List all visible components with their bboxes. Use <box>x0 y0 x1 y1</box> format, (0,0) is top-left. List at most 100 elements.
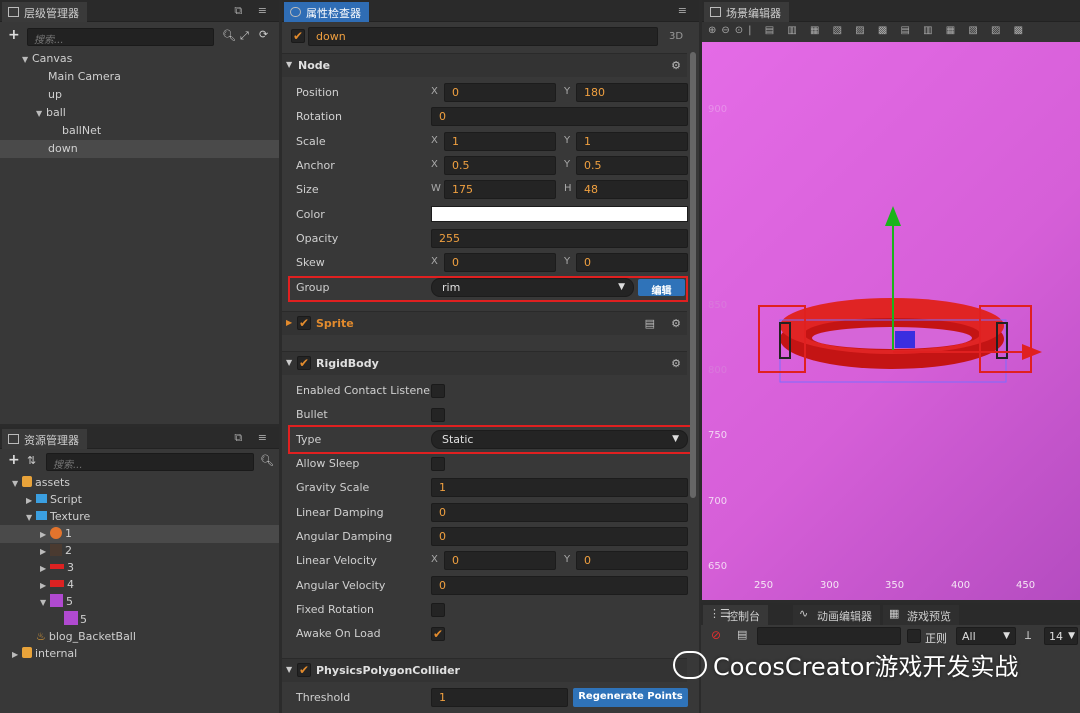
panel-menu-icon[interactable]: ⧉ ≡ <box>234 431 273 445</box>
asset-texture-5[interactable]: ▼ 5 <box>0 593 279 611</box>
awake-on-load-checkbox[interactable]: ✔ <box>431 627 445 641</box>
zoom-out-icon[interactable]: ⊖ <box>721 25 734 36</box>
section-title: Node <box>298 59 331 72</box>
tab-game-preview[interactable]: ▦ 游戏预览 <box>883 605 959 625</box>
rigidbody-enabled-checkbox[interactable]: ✔ <box>297 356 311 370</box>
angular-damping-input[interactable]: 0 <box>431 527 688 546</box>
refresh-icon[interactable]: ⟳ <box>259 28 268 41</box>
bullet-checkbox[interactable] <box>431 408 445 422</box>
anchor-x-input[interactable]: 0.5 <box>444 156 556 175</box>
size-w-input[interactable]: 175 <box>444 180 556 199</box>
add-asset-button[interactable]: + <box>8 452 20 468</box>
position-y-input[interactable]: 180 <box>576 83 688 102</box>
zoom-in-icon[interactable]: ⊕ <box>708 25 721 36</box>
angular-velocity-input[interactable]: 0 <box>431 576 688 595</box>
gear-icon[interactable]: ⚙ <box>671 59 681 72</box>
sort-icon[interactable]: ⇅ <box>27 454 36 467</box>
position-x-input[interactable]: 0 <box>444 83 556 102</box>
sprite-enabled-checkbox[interactable]: ✔ <box>297 316 311 330</box>
font-size-icon: Ʇ <box>1025 629 1032 642</box>
asset-texture-4[interactable]: ▶ 4 <box>0 576 279 594</box>
rotation-input[interactable]: 0 <box>431 107 688 126</box>
document-icon[interactable]: ▤ <box>737 628 747 641</box>
prop-linear-damping: Linear Damping 0 <box>282 501 688 525</box>
rim-sprite[interactable] <box>702 42 1080 600</box>
tab-scene-editor[interactable]: 场景编辑器 <box>704 2 789 22</box>
tab-animation-editor[interactable]: ∿ 动画编辑器 <box>793 605 880 625</box>
tree-node-up[interactable]: up <box>0 86 279 104</box>
node-active-checkbox[interactable]: ✔ <box>291 29 305 43</box>
collider-section-header[interactable]: ▼ ✔ PhysicsPolygonCollider <box>282 658 687 682</box>
expand-arrow-icon[interactable]: ▼ <box>36 105 46 123</box>
tree-node-ball[interactable]: ▼ ball <box>0 104 279 122</box>
fixed-rotation-checkbox[interactable] <box>431 603 445 617</box>
log-level-select[interactable]: All ▼ <box>956 627 1016 645</box>
collapse-arrow-icon[interactable]: ▼ <box>286 60 292 69</box>
sprite-section-header[interactable]: ▶ ✔ Sprite ▤ ⚙ <box>282 311 687 335</box>
clear-icon[interactable]: ⊘ <box>711 628 721 642</box>
collapse-arrow-icon[interactable]: ▼ <box>286 665 292 674</box>
zoom-reset-icon[interactable]: ⊙ <box>735 25 748 36</box>
asset-scene[interactable]: ♨ blog_BacketBall <box>0 628 279 646</box>
prop-label: Color <box>296 208 325 221</box>
collider-enabled-checkbox[interactable]: ✔ <box>297 663 311 677</box>
asset-texture-1[interactable]: ▶ 1 <box>0 525 279 543</box>
asset-texture-2[interactable]: ▶ 2 <box>0 542 279 560</box>
contact-listener-checkbox[interactable] <box>431 384 445 398</box>
skew-y-input[interactable]: 0 <box>576 253 688 272</box>
scene-icon: ♨ <box>36 630 46 643</box>
skew-x-input[interactable]: 0 <box>444 253 556 272</box>
opacity-input[interactable]: 255 <box>431 229 688 248</box>
asset-sprite-5[interactable]: 5 <box>0 611 279 629</box>
asset-internal[interactable]: ▶ internal <box>0 645 279 663</box>
gear-icon[interactable]: ⚙ <box>671 357 681 370</box>
tab-inspector[interactable]: 属性检查器 <box>284 2 369 22</box>
align-toolbar-icons[interactable]: | ▤ ▥ ▦ ▧ ▨ ▩ ▤ ▥ ▦ ▧ ▨ ▩ <box>748 25 1028 36</box>
tree-node-ballnet[interactable]: ballNet <box>0 122 279 140</box>
regex-checkbox[interactable] <box>907 629 921 643</box>
prop-rotation: Rotation 0 <box>282 105 688 129</box>
allow-sleep-checkbox[interactable] <box>431 457 445 471</box>
hierarchy-search-input[interactable]: 搜索... <box>27 28 214 46</box>
asset-texture[interactable]: ▼ Texture <box>0 508 279 526</box>
node-name-input[interactable]: down <box>308 27 658 46</box>
panel-menu-icon[interactable]: ⧉ ≡ <box>234 4 273 18</box>
book-icon[interactable]: ▤ <box>645 317 655 330</box>
add-node-button[interactable]: + <box>8 27 20 43</box>
panel-menu-icon[interactable]: ≡ <box>678 4 693 17</box>
tab-console[interactable]: ⋮☰ 控制台 <box>703 605 768 625</box>
expand-arrow-icon[interactable]: ▼ <box>22 51 32 69</box>
gravity-scale-input[interactable]: 1 <box>431 478 688 497</box>
console-filter-input[interactable] <box>757 627 901 645</box>
linear-damping-input[interactable]: 0 <box>431 503 688 522</box>
node-section-header[interactable]: ▼ Node ⚙ <box>282 53 687 77</box>
collapse-arrow-icon[interactable]: ▶ <box>286 318 292 327</box>
tab-hierarchy[interactable]: 层级管理器 <box>2 2 87 22</box>
regenerate-points-button[interactable]: Regenerate Points <box>573 688 688 707</box>
asset-assets[interactable]: ▼ assets <box>0 474 279 492</box>
mode-3d-toggle[interactable]: 3D <box>669 31 683 42</box>
assets-search-input[interactable]: 搜索... <box>46 453 254 471</box>
size-h-input[interactable]: 48 <box>576 180 688 199</box>
scale-x-input[interactable]: 1 <box>444 132 556 151</box>
search-icon[interactable]: 🔍︎ <box>260 454 274 467</box>
tree-node-canvas[interactable]: ▼ Canvas <box>0 50 279 68</box>
asset-script[interactable]: ▶ Script <box>0 491 279 509</box>
tree-node-main-camera[interactable]: Main Camera <box>0 68 279 86</box>
search-icon[interactable]: 🔍︎ <box>222 29 236 42</box>
gear-icon[interactable]: ⚙ <box>671 317 681 330</box>
asset-texture-3[interactable]: ▶ 3 <box>0 559 279 577</box>
anchor-y-input[interactable]: 0.5 <box>576 156 688 175</box>
expand-icon[interactable]: ⤢ <box>240 29 249 43</box>
tree-node-down[interactable]: down <box>0 140 279 158</box>
scale-y-input[interactable]: 1 <box>576 132 688 151</box>
color-swatch[interactable] <box>431 206 688 222</box>
collapse-arrow-icon[interactable]: ▼ <box>286 358 292 367</box>
font-size-select[interactable]: 14 ▼ <box>1044 627 1078 645</box>
rigidbody-section-header[interactable]: ▼ ✔ RigidBody ⚙ <box>282 351 687 375</box>
tab-assets[interactable]: 资源管理器 <box>2 429 87 449</box>
linear-velocity-y-input[interactable]: 0 <box>576 551 688 570</box>
linear-velocity-x-input[interactable]: 0 <box>444 551 556 570</box>
threshold-input[interactable]: 1 <box>431 688 568 707</box>
inspector-scrollbar[interactable] <box>690 52 696 498</box>
